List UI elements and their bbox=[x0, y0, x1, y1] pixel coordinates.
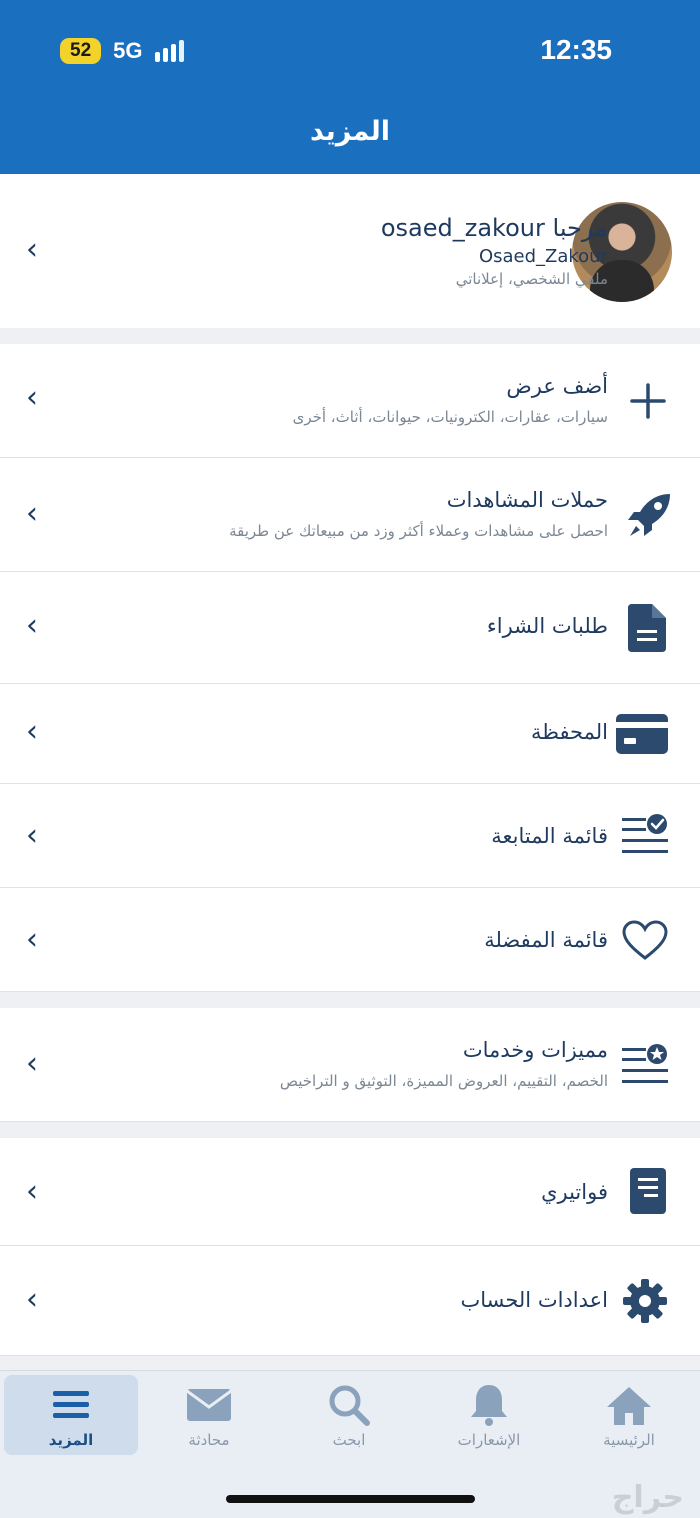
menu-item-title: طلبات الشراء bbox=[486, 614, 608, 638]
tab-label: المزيد bbox=[48, 1431, 94, 1449]
menu-item-following[interactable]: قائمة المتابعة ‹ bbox=[0, 784, 700, 888]
menu-item-settings[interactable]: اعدادات الحساب ‹ bbox=[0, 1246, 700, 1356]
menu-item-title: حملات المشاهدات bbox=[446, 488, 608, 512]
invoice-icon bbox=[630, 1168, 666, 1214]
rocket-icon bbox=[628, 494, 670, 536]
tab-more[interactable]: المزيد bbox=[4, 1375, 138, 1455]
watermark-logo: حراج bbox=[611, 1480, 684, 1515]
menu-item-title: قائمة المفضلة bbox=[484, 928, 608, 952]
menu-item-title: اعدادات الحساب bbox=[460, 1288, 608, 1312]
tab-label: الرئيسية bbox=[603, 1431, 655, 1449]
search-icon bbox=[329, 1385, 370, 1426]
menu-item-purchase-requests[interactable]: طلبات الشراء ‹ bbox=[0, 572, 700, 684]
heart-icon bbox=[622, 920, 668, 960]
profile-subtitle: ملفي الشخصي، إعلاناتي bbox=[455, 270, 608, 288]
menu-item-title: أضف عرض bbox=[506, 374, 608, 398]
chevron-left-icon[interactable]: ‹ bbox=[26, 714, 38, 749]
menu-item-subtitle: احصل على مشاهدات وعملاء أكثر وزد من مبيع… bbox=[229, 522, 608, 540]
menu-item-title: قائمة المتابعة bbox=[491, 824, 608, 848]
battery-indicator: 52 bbox=[60, 38, 102, 64]
menu-item-subtitle: الخصم، التقييم، العروض المميزة، التوثيق … bbox=[279, 1072, 608, 1090]
chevron-left-icon[interactable]: ‹ bbox=[26, 922, 38, 957]
document-icon bbox=[628, 604, 666, 652]
menu-item-add-offer[interactable]: أضف عرض سيارات، عقارات، الكترونيات، حيوا… bbox=[0, 344, 700, 458]
menu-item-subtitle: سيارات، عقارات، الكترونيات، حيوانات، أثا… bbox=[292, 408, 608, 426]
chevron-left-icon[interactable]: ‹ bbox=[26, 496, 38, 531]
tab-chat[interactable]: محادثة bbox=[142, 1375, 276, 1455]
status-time: 12:35 bbox=[540, 34, 612, 65]
chevron-left-icon[interactable]: ‹ bbox=[26, 1174, 38, 1209]
menu-item-title: المحفظة bbox=[530, 720, 608, 744]
menu-item-invoices[interactable]: فواتيري ‹ bbox=[0, 1138, 700, 1246]
tab-notifications[interactable]: الإشعارات bbox=[422, 1375, 556, 1455]
profile-card[interactable]: مرحبا osaed_zakour Osaed_Zakour ملفي الش… bbox=[0, 174, 700, 328]
menu-item-title: مميزات وخدمات bbox=[462, 1038, 608, 1062]
tab-label: الإشعارات bbox=[457, 1431, 521, 1449]
page-title: المزيد bbox=[309, 116, 391, 147]
signal-icon bbox=[154, 40, 184, 62]
chevron-left-icon[interactable]: ‹ bbox=[26, 1046, 38, 1081]
home-indicator[interactable] bbox=[226, 1495, 475, 1503]
plus-icon bbox=[630, 383, 666, 419]
chevron-left-icon[interactable]: ‹ bbox=[26, 818, 38, 853]
status-indicators: 52 5G bbox=[60, 38, 184, 64]
tab-label: ابحث bbox=[332, 1431, 366, 1449]
chevron-left-icon[interactable]: ‹ bbox=[26, 232, 38, 267]
gear-icon bbox=[623, 1279, 667, 1323]
menu-item-features[interactable]: مميزات وخدمات الخصم، التقييم، العروض الم… bbox=[0, 1008, 700, 1122]
tab-label: محادثة bbox=[188, 1431, 230, 1449]
chevron-left-icon[interactable]: ‹ bbox=[26, 380, 38, 415]
tab-home[interactable]: الرئيسية bbox=[562, 1375, 696, 1455]
home-icon bbox=[607, 1387, 651, 1425]
menu-item-favorites[interactable]: قائمة المفضلة ‹ bbox=[0, 888, 700, 992]
profile-greeting: مرحبا osaed_zakour bbox=[380, 214, 608, 242]
menu-icon bbox=[53, 1391, 89, 1418]
chevron-left-icon[interactable]: ‹ bbox=[26, 1282, 38, 1317]
menu-item-wallet[interactable]: المحفظة ‹ bbox=[0, 684, 700, 784]
chevron-left-icon[interactable]: ‹ bbox=[26, 608, 38, 643]
checklist-icon bbox=[622, 814, 668, 853]
menu-item-title: فواتيري bbox=[541, 1180, 608, 1204]
top-bar: 52 5G 12:35 المزيد bbox=[0, 0, 700, 174]
card-icon bbox=[616, 714, 668, 754]
star-list-icon bbox=[622, 1044, 668, 1083]
envelope-icon bbox=[186, 1389, 232, 1421]
tab-search[interactable]: ابحث bbox=[282, 1375, 416, 1455]
profile-username: Osaed_Zakour bbox=[478, 246, 608, 267]
bell-icon bbox=[471, 1385, 507, 1426]
menu-item-view-campaigns[interactable]: حملات المشاهدات احصل على مشاهدات وعملاء … bbox=[0, 458, 700, 572]
network-label: 5G bbox=[113, 38, 143, 63]
